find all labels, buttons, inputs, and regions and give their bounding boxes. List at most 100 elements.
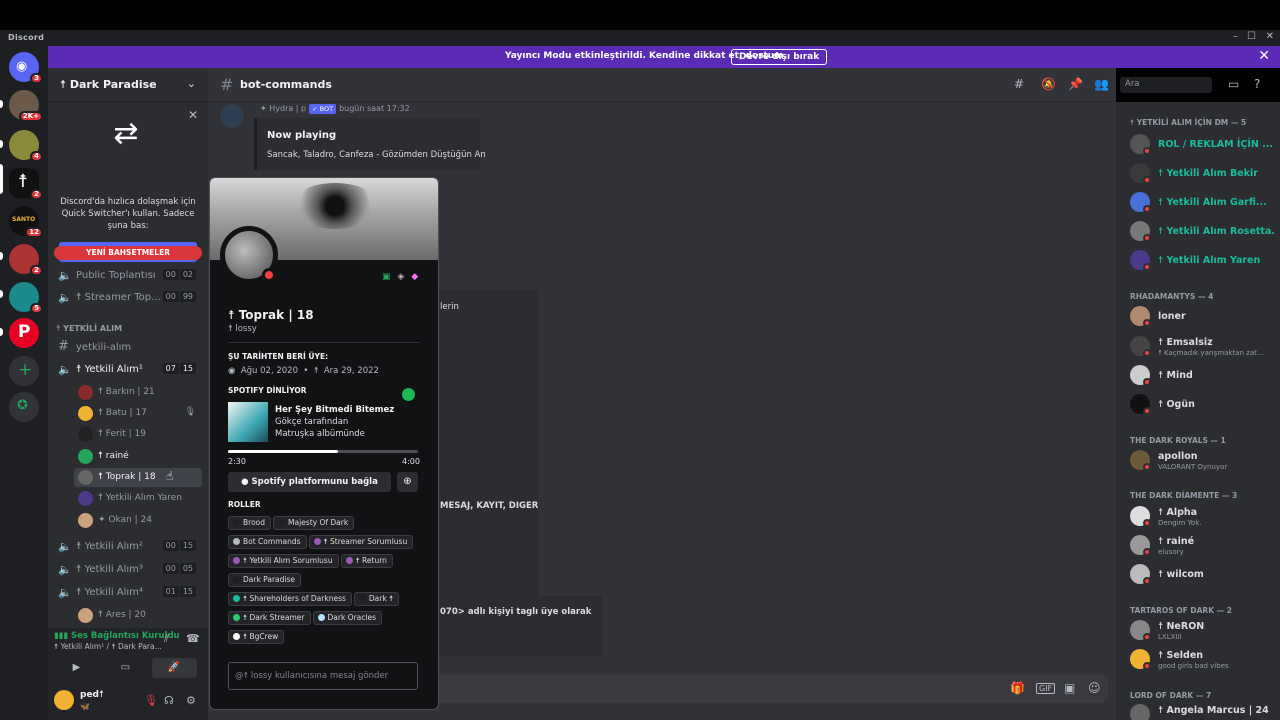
gift-icon[interactable]: 🎁 (1010, 681, 1025, 695)
threads-icon[interactable]: # (1014, 77, 1024, 91)
message-composer[interactable]: 🎁 GIF ▣ ☺ (424, 675, 1108, 703)
album-art[interactable] (228, 402, 268, 442)
member-item[interactable]: ☨ Selden good girls bad vibes (1130, 645, 1280, 673)
connect-spotify-button[interactable]: ● Spotify platformunu bağla (228, 472, 391, 492)
member-item[interactable]: ☨ NeRON LXLXIII (1130, 616, 1280, 644)
role-chip[interactable]: ☨ Return (340, 554, 393, 568)
role-color-dot[interactable] (317, 614, 325, 621)
voice-user[interactable]: ☨ Barkın | 21 (74, 383, 202, 402)
role-chip[interactable]: ☨ Dark Streamer (228, 611, 311, 625)
member-item[interactable]: loner (1130, 302, 1280, 330)
add-server-button[interactable]: + (9, 356, 39, 386)
server-icon[interactable]: 2K+ (9, 90, 43, 122)
voice-channel-alim-4[interactable]: 🔈 ☨ Yetkili Alım⁴ 01 15 (56, 583, 202, 603)
voice-channel-alim-3[interactable]: 🔈 ☨ Yetkili Alım³ 00 05 (56, 560, 202, 580)
close-icon[interactable]: ✕ (188, 108, 198, 122)
minimize-icon[interactable]: – (1233, 31, 1238, 42)
member-item[interactable]: ☨ Ogün (1130, 390, 1280, 418)
track-artist[interactable]: Gökçe tarafından (275, 417, 348, 427)
server-icon[interactable]: SANTO 12 (9, 206, 43, 238)
maximize-icon[interactable]: ☐ (1247, 31, 1256, 42)
explore-servers-button[interactable]: ✪ (9, 392, 39, 422)
member-item[interactable]: ☨ Yetkili Alım Garfi... (1130, 188, 1280, 216)
disable-streamer-mode-button[interactable]: Devre dışı bırak (731, 49, 828, 65)
voice-user[interactable]: ✦ Okan | 24 (74, 511, 202, 530)
headphones-icon[interactable]: ☊ (164, 694, 174, 707)
banner-close-icon[interactable]: ✕ (1258, 48, 1270, 64)
track-title[interactable]: Her Şey Bitmedi Bitemez (275, 405, 394, 415)
mic-muted-icon[interactable]: 🎙 (144, 694, 158, 707)
voice-user[interactable]: ☨ Batu | 17 🎙 (74, 404, 202, 423)
guild-header[interactable]: ☨ Dark Paradise ⌄ (48, 68, 208, 102)
close-window-icon[interactable]: ✕ (1266, 31, 1274, 42)
role-chip[interactable]: ☨ Streamer Sorumlusu (308, 535, 414, 549)
role-color-dot[interactable] (278, 519, 286, 526)
avatar[interactable] (220, 104, 244, 128)
role-chip[interactable]: Dark ☨ (353, 592, 400, 606)
category-yetkili-alim[interactable]: ☨ YETKİLİ ALIM (56, 324, 122, 333)
voice-channel-alim-2[interactable]: 🔈 ☨ Yetkili Alım² 00 15 (56, 537, 202, 557)
camera-icon[interactable]: ▶ (54, 658, 99, 678)
member-item[interactable]: ☨ Angela Marcus | 24 (1130, 700, 1280, 720)
voice-user[interactable]: ☨ Ares | 20 (74, 606, 202, 625)
track-album[interactable]: Matruşka albümünde (275, 429, 365, 439)
voice-channel-streamer[interactable]: 🔈 ☨ Streamer Top... 00 99 (56, 288, 202, 308)
member-list-icon[interactable]: 👥 (1094, 77, 1109, 91)
voice-channel-alim-1[interactable]: 🔈 ☨ Yetkili Alım¹ 07 15 (56, 360, 202, 380)
pin-icon[interactable]: 📌 (1068, 77, 1083, 91)
role-chip[interactable]: Dark Oracles (312, 611, 382, 625)
text-channel-yetkili-alim[interactable]: # yetkili-alım (56, 338, 202, 358)
role-chip[interactable]: ☨ BgCrew (228, 630, 285, 644)
role-color-dot[interactable] (233, 595, 240, 602)
role-color-dot[interactable] (233, 519, 240, 526)
role-chip[interactable]: ☨ Shareholders of Darkness (228, 592, 352, 606)
home-button[interactable]: ◉ 3 (9, 52, 43, 84)
member-item[interactable]: ☨ Mind (1130, 361, 1280, 389)
role-color-dot[interactable] (233, 614, 240, 621)
server-icon[interactable]: 4 (9, 130, 43, 162)
dm-input[interactable]: @☨ lossy kullanıcısına mesaj gönder (228, 662, 418, 690)
role-chip[interactable]: Dark Paradise (228, 573, 302, 587)
emoji-icon[interactable]: ☺ (1088, 681, 1101, 695)
voice-user-selected[interactable]: ☨ Toprak | 18 ☝ (74, 468, 202, 487)
inbox-icon[interactable]: ▭ (1228, 77, 1239, 91)
hypesquad-badge-icon[interactable]: ◈ (397, 272, 404, 282)
role-color-dot[interactable] (313, 538, 321, 545)
search-input[interactable]: Ara (1120, 77, 1212, 93)
role-chip[interactable]: Majesty Of Dark (273, 516, 355, 530)
member-item[interactable]: ☨ rainé elusory (1130, 531, 1280, 559)
role-chip[interactable]: Bot Commands (228, 535, 307, 549)
server-icon-pinterest[interactable]: P (9, 318, 39, 348)
role-chip[interactable]: Brood (228, 516, 272, 530)
member-item[interactable]: ☨ Yetkili Alım Yaren (1130, 246, 1280, 274)
nitro-badge-icon[interactable]: ▣ (382, 272, 391, 282)
gear-icon[interactable]: ⚙ (186, 694, 196, 707)
boost-badge-icon[interactable]: ◆ (411, 272, 418, 282)
role-color-dot[interactable] (345, 557, 353, 564)
member-item[interactable]: ☨ Yetkili Alım Rosetta. (1130, 217, 1280, 245)
screen-share-icon[interactable]: ▭ (103, 658, 148, 678)
gif-icon[interactable]: GIF (1036, 683, 1056, 694)
member-item[interactable]: ☨ Alpha Dengim Yok. (1130, 502, 1280, 530)
server-icon[interactable]: 2 (9, 244, 43, 276)
sticker-icon[interactable]: ▣ (1064, 681, 1075, 695)
member-item[interactable]: ☨ Yetkili Alım Bekir (1130, 159, 1280, 187)
voice-channel-path[interactable]: ☨ Yetkili Alım¹ / ☨ Dark Para... (54, 642, 162, 651)
add-friend-button[interactable]: ⊕ (397, 472, 418, 492)
member-item[interactable]: ROL / REKLAM İÇİN ... (1130, 130, 1280, 158)
role-color-dot[interactable] (233, 538, 240, 545)
role-color-dot[interactable] (233, 633, 240, 640)
voice-user[interactable]: ☨ Yetkili Alım Yaren (74, 489, 202, 508)
voice-user[interactable]: ☨ rainé (74, 447, 202, 466)
new-mentions-pill[interactable]: YENİ BAHSETMELER (54, 246, 202, 260)
member-item[interactable]: ☨ Emsalsiz ☨ Kaçmadık yarışmaktan zat... (1130, 332, 1280, 360)
member-item[interactable]: apollon VALORANT Oynuyor (1130, 446, 1280, 474)
noise-suppression-icon[interactable]: ⫽ (164, 632, 169, 646)
role-color-dot[interactable] (358, 595, 366, 602)
avatar[interactable] (54, 690, 74, 710)
voice-user[interactable]: ☨ Ferit | 19 (74, 425, 202, 444)
activity-icon[interactable]: 🚀 (151, 658, 197, 678)
notification-bell-icon[interactable]: 🔕 (1041, 77, 1056, 91)
role-chip[interactable]: ☨ Yetkili Alım Sorumlusu (228, 554, 339, 568)
help-icon[interactable]: ? (1254, 77, 1260, 91)
